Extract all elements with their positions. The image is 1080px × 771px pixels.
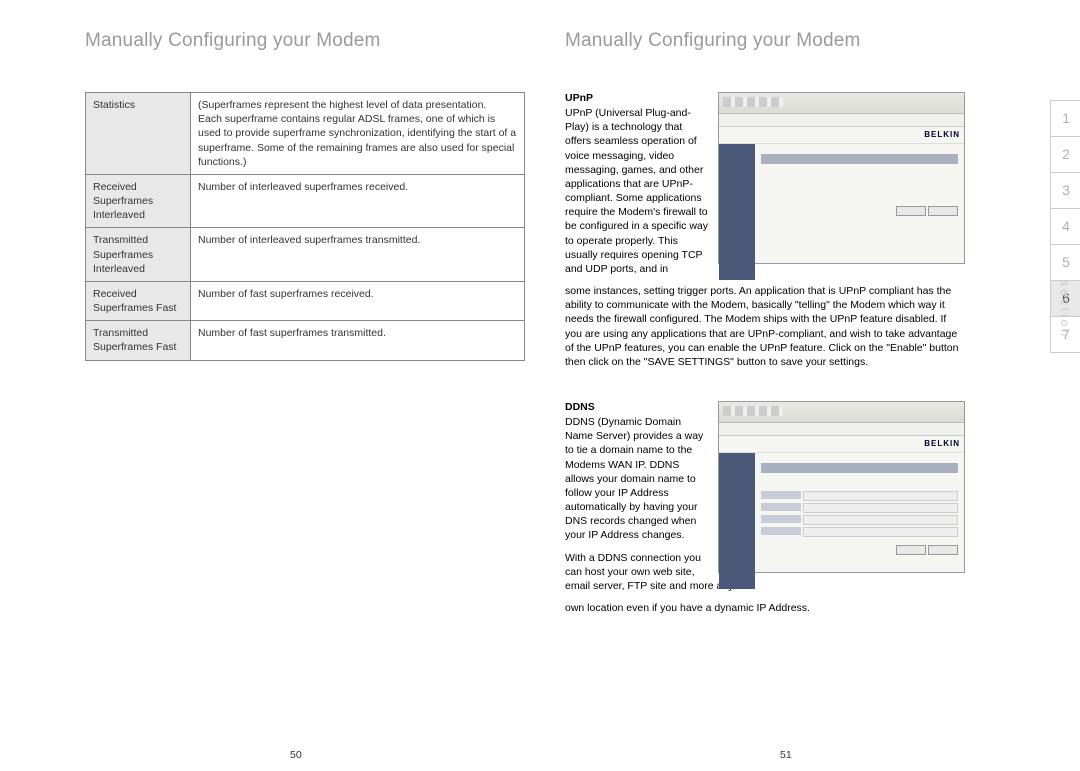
ddns-screenshot: BELKIN bbox=[718, 401, 965, 573]
section-tab-3[interactable]: 3 bbox=[1050, 172, 1080, 209]
upnp-block: BELKIN UPnP UPnP (Universal Plug-and-Pla… bbox=[565, 92, 965, 377]
page-number-right: 51 bbox=[780, 749, 792, 761]
table-row: Received Superframes InterleavedNumber o… bbox=[86, 174, 525, 228]
cell-label: Statistics bbox=[86, 93, 191, 175]
stats-table: Statistics(Superframes represent the hig… bbox=[85, 92, 525, 361]
section-tab-5[interactable]: 5 bbox=[1050, 244, 1080, 281]
section-label: section bbox=[1058, 280, 1072, 339]
cell-label: Transmitted Superframes Fast bbox=[86, 321, 191, 360]
page-number-left: 50 bbox=[290, 749, 302, 761]
table-row: Received Superframes FastNumber of fast … bbox=[86, 281, 525, 320]
table-row: Transmitted Superframes FastNumber of fa… bbox=[86, 321, 525, 360]
cell-desc: Number of fast superframes transmitted. bbox=[191, 321, 525, 360]
ddns-text-3: own location even if you have a dynamic … bbox=[565, 601, 965, 615]
cell-desc: (Superframes represent the highest level… bbox=[191, 93, 525, 175]
cell-label: Received Superframes Interleaved bbox=[86, 174, 191, 228]
cell-desc: Number of interleaved superframes receiv… bbox=[191, 174, 525, 228]
section-tab-1[interactable]: 1 bbox=[1050, 100, 1080, 137]
thumb-logo: BELKIN bbox=[719, 127, 964, 144]
section-tab-2[interactable]: 2 bbox=[1050, 136, 1080, 173]
cell-desc: Number of interleaved superframes transm… bbox=[191, 228, 525, 282]
thumb-logo: BELKIN bbox=[719, 436, 964, 453]
left-page: Manually Configuring your Modem Statisti… bbox=[85, 30, 525, 647]
upnp-text-2: some instances, setting trigger ports. A… bbox=[565, 284, 965, 369]
cell-label: Transmitted Superframes Interleaved bbox=[86, 228, 191, 282]
section-tab-4[interactable]: 4 bbox=[1050, 208, 1080, 245]
cell-label: Received Superframes Fast bbox=[86, 281, 191, 320]
table-row: Statistics(Superframes represent the hig… bbox=[86, 93, 525, 175]
right-page: Manually Configuring your Modem BELKIN U… bbox=[565, 30, 965, 647]
ddns-block: BELKIN DDNS DDNS (Dynamic Domain Name S bbox=[565, 401, 965, 623]
table-row: Transmitted Superframes InterleavedNumbe… bbox=[86, 228, 525, 282]
upnp-screenshot: BELKIN bbox=[718, 92, 965, 264]
cell-desc: Number of fast superframes received. bbox=[191, 281, 525, 320]
page-title-right: Manually Configuring your Modem bbox=[565, 30, 965, 52]
page-title-left: Manually Configuring your Modem bbox=[85, 30, 525, 52]
